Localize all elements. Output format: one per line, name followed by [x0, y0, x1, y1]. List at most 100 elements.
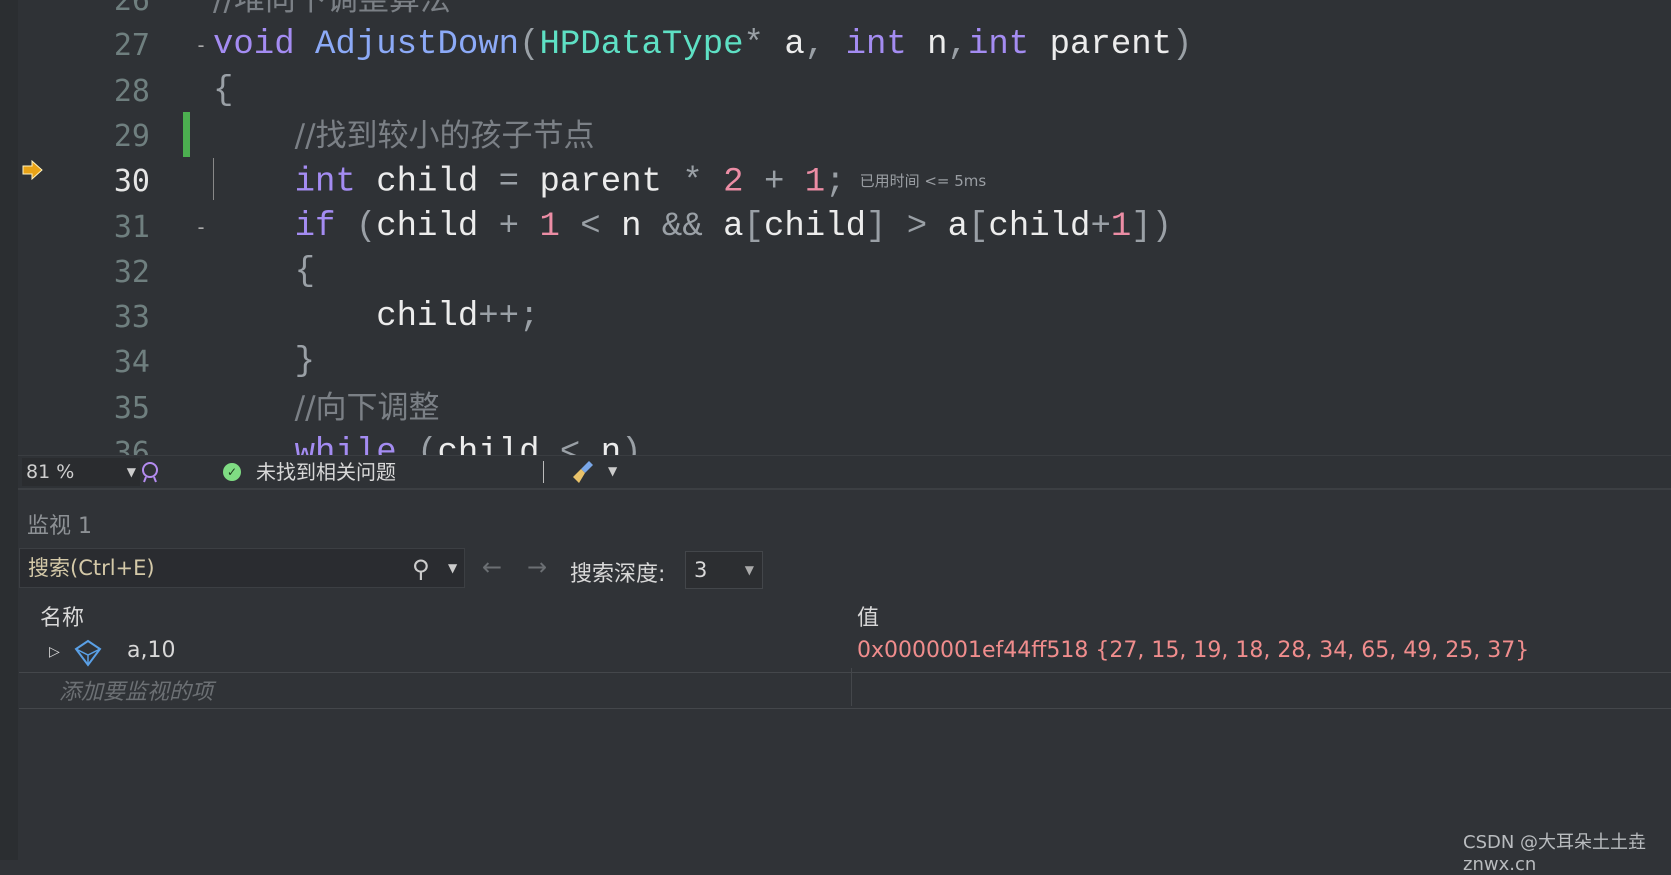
- code-text: child++;: [213, 295, 539, 340]
- add-watch-row[interactable]: 添加要监视的项: [19, 672, 1671, 709]
- column-header-value[interactable]: 值: [857, 600, 879, 632]
- token-op: >: [906, 207, 928, 246]
- token-op: <: [559, 434, 581, 455]
- token-id: [213, 434, 295, 455]
- token-id: parent: [1029, 26, 1173, 65]
- token-op: (: [355, 207, 377, 246]
- editor-statusbar: 81 % ▼ ✓ 未找到相关问题 ▼: [18, 455, 1671, 490]
- code-line[interactable]: 33 child++;: [0, 295, 1671, 340]
- token-op: *: [743, 26, 764, 65]
- token-num: 1: [539, 207, 560, 246]
- watch-row[interactable]: ▷ a,10 0x0000001ef44ff518 {27, 15, 19, 1…: [19, 636, 1671, 673]
- column-header-name[interactable]: 名称: [40, 600, 84, 632]
- chevron-down-icon[interactable]: ▼: [448, 561, 457, 575]
- token-kw: int: [845, 26, 907, 65]
- code-line[interactable]: 27 - void AdjustDown(HPDataType* a, int n,…: [0, 23, 1671, 68]
- line-number: 28: [113, 73, 150, 109]
- token-cm: //找到较小的孩子节点: [294, 117, 595, 154]
- code-line[interactable]: 28 {: [0, 69, 1671, 114]
- token-id: [744, 164, 764, 202]
- chevron-down-icon[interactable]: ▼: [608, 464, 617, 478]
- zoom-select[interactable]: 81 % ▼: [22, 458, 140, 486]
- search-depth-select[interactable]: 3 ▼: [685, 551, 763, 589]
- search-icon[interactable]: ⚲: [412, 555, 430, 583]
- token-id: [519, 208, 539, 246]
- fold-toggle-icon[interactable]: -: [195, 205, 207, 250]
- token-op: [: [743, 207, 764, 246]
- token-cm: //向下调整: [294, 389, 440, 426]
- issues-status[interactable]: 未找到相关问题: [256, 456, 396, 488]
- code-line[interactable]: 36 while (child < n): [0, 431, 1671, 455]
- watermark: CSDN @大耳朵土土垚 znwx.cn: [1463, 832, 1647, 875]
- line-number: 32: [113, 254, 150, 290]
- token-id: child: [376, 207, 499, 246]
- code-text: void AdjustDown(HPDataType* a, int n,int…: [213, 23, 1192, 68]
- search-placeholder: 搜索(Ctrl+E): [28, 556, 155, 580]
- token-id: [213, 343, 295, 381]
- token-kw: int: [294, 163, 356, 202]
- zoom-value: 81 %: [26, 461, 75, 483]
- line-number: 29: [113, 118, 150, 154]
- code-line[interactable]: 31- if (child + 1 < n && a[child] > a[ch…: [0, 205, 1671, 250]
- watch-panel-title[interactable]: 监视 1: [27, 508, 92, 540]
- cleanup-brush-icon[interactable]: [571, 459, 597, 485]
- token-id: child: [763, 207, 866, 246]
- token-id: [703, 164, 723, 202]
- line-number: 27: [113, 28, 150, 64]
- fold-toggle-icon[interactable]: -: [195, 23, 207, 68]
- token-id: n: [600, 207, 662, 246]
- search-forward-button[interactable]: →: [527, 553, 547, 581]
- depth-value: 3: [694, 558, 708, 582]
- code-text: {: [213, 69, 233, 114]
- left-margin: [0, 0, 18, 860]
- copilot-icon[interactable]: [138, 460, 162, 484]
- perf-tip: 已用时间 <= 5ms: [859, 172, 987, 191]
- token-id: [213, 119, 295, 157]
- token-kw: void: [213, 26, 295, 65]
- watch-name: a,10: [127, 638, 176, 663]
- token-op: ,: [947, 26, 968, 65]
- token-id: child: [437, 434, 560, 455]
- token-ty: HPDataType: [539, 26, 744, 65]
- code-line[interactable]: 29 //找到较小的孩子节点: [0, 114, 1671, 159]
- code-line[interactable]: 34 }: [0, 340, 1671, 385]
- watch-search-input[interactable]: 搜索(Ctrl+E) ⚲ ▼: [19, 548, 465, 588]
- chevron-down-icon: ▼: [126, 465, 136, 479]
- token-num: 1: [1110, 207, 1132, 246]
- token-op: (: [417, 434, 438, 455]
- token-id: a: [763, 26, 805, 65]
- add-watch-placeholder[interactable]: 添加要监视的项: [59, 674, 213, 706]
- check-circle-icon: ✓: [223, 463, 241, 481]
- token-id: child: [988, 207, 1091, 246]
- code-line[interactable]: 26 //堆向下调整算法: [0, 0, 1671, 23]
- search-back-button[interactable]: ←: [482, 553, 502, 581]
- token-op: ]): [1131, 207, 1173, 246]
- code-line[interactable]: 35 //向下调整: [0, 386, 1671, 431]
- code-text: //向下调整: [213, 386, 440, 433]
- token-id: [295, 26, 315, 64]
- token-id: [335, 208, 355, 246]
- chevron-down-icon: ▼: [744, 563, 754, 577]
- divider: [543, 461, 544, 483]
- token-op: [: [968, 207, 989, 246]
- token-num: 1: [804, 163, 826, 202]
- code-line[interactable]: 32 {: [0, 250, 1671, 295]
- line-number: 36: [113, 436, 150, 455]
- token-id: [560, 208, 580, 246]
- token-id: [213, 208, 295, 246]
- expand-triangle-icon[interactable]: ▷: [49, 644, 60, 660]
- token-cm: //堆向下调整算法: [213, 0, 451, 18]
- code-line[interactable]: 30 int child = parent * 2 + 1; 已用时间 <= 5m…: [0, 159, 1671, 204]
- code-editor[interactable]: 26//堆向下调整算法 27- void AdjustDown(HPDataType…: [0, 0, 1671, 455]
- token-op: ]: [865, 207, 887, 246]
- column-divider[interactable]: [851, 668, 852, 706]
- token-op: {: [213, 71, 234, 110]
- line-number: 31: [113, 209, 150, 245]
- token-id: child: [355, 163, 499, 202]
- variable-icon: [74, 639, 102, 667]
- token-op: ): [1172, 26, 1193, 65]
- token-id: parent: [519, 163, 683, 202]
- token-op: ): [621, 434, 642, 455]
- token-op: =: [498, 163, 520, 202]
- token-op: (: [519, 26, 540, 65]
